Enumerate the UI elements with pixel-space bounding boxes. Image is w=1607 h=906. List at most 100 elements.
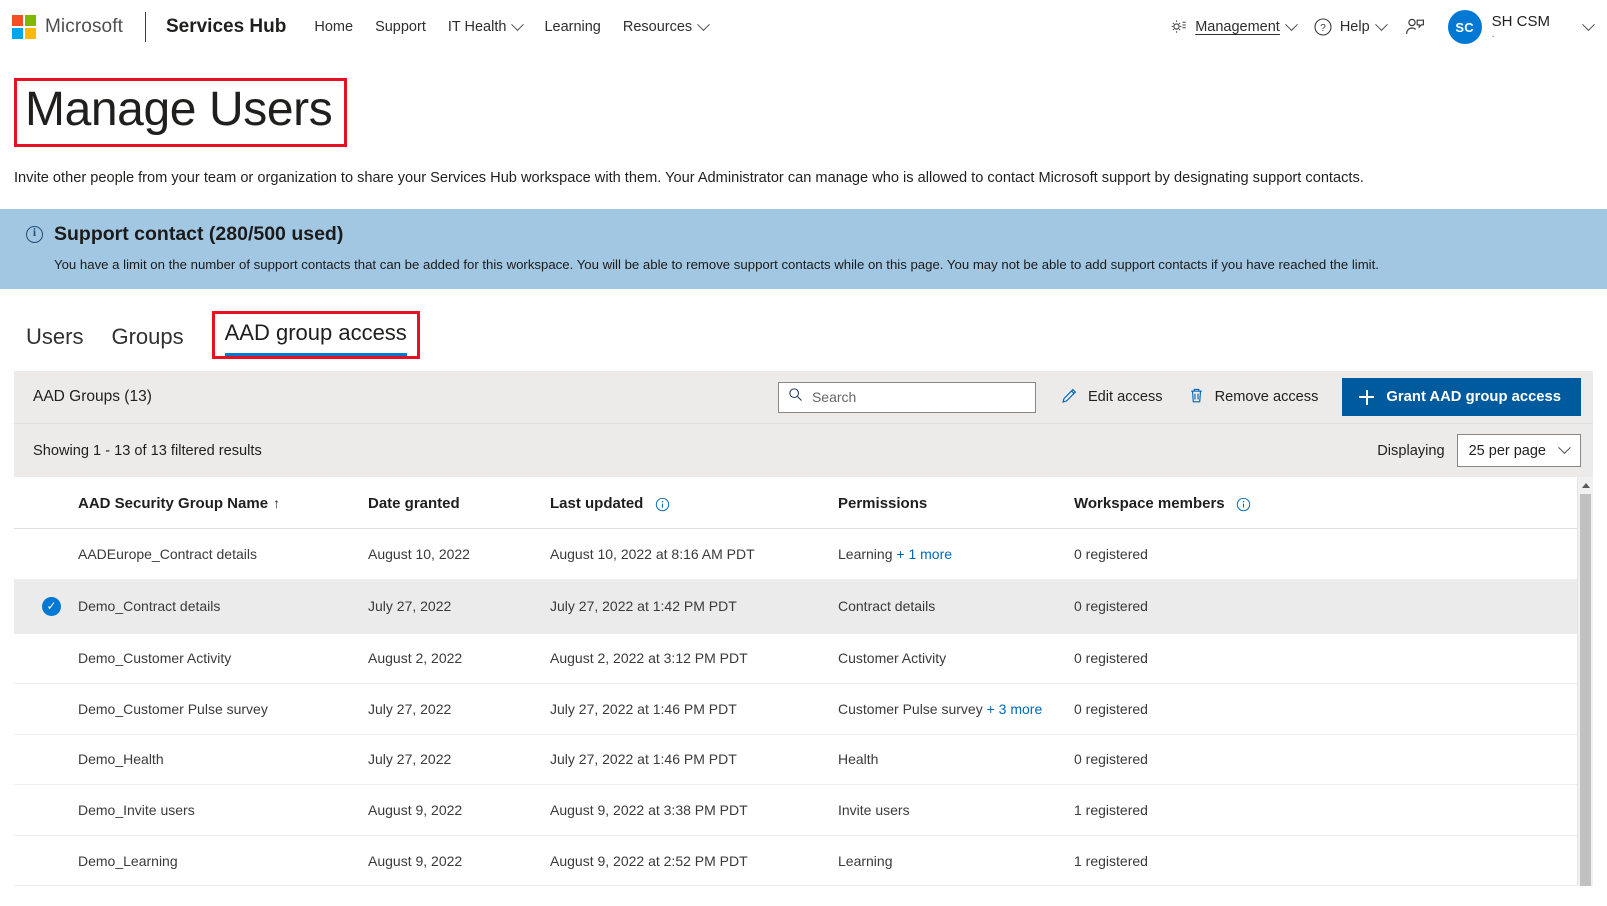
search-input[interactable] [811, 389, 1026, 406]
tab-users[interactable]: Users [26, 324, 97, 359]
cell-group-name: Demo_Invite users [78, 784, 368, 836]
cell-permissions: Customer Pulse survey + 3 more [838, 683, 1074, 735]
table-row[interactable]: Demo_Health July 27, 2022 July 27, 2022 at… [14, 734, 1577, 786]
cell-permissions: Contract details [838, 579, 1074, 634]
row-select-cell[interactable] [14, 683, 78, 735]
row-select-cell[interactable] [14, 633, 78, 685]
person-feedback-icon[interactable] [1403, 15, 1427, 39]
cell-last-updated: July 27, 2022 at 1:46 PM PDT [550, 683, 838, 735]
cell-permissions: Learning + 1 more [838, 528, 1074, 580]
user-name: SH CSM [1491, 12, 1550, 30]
table-row[interactable]: Demo_Customer Pulse survey July 27, 2022 J… [14, 683, 1577, 735]
cell-workspace-members: 0 registered [1074, 734, 1577, 786]
table-row[interactable]: Demo_Invite users August 9, 2022 August 9,… [14, 784, 1577, 836]
nav-item-learning[interactable]: Learning [544, 19, 600, 35]
permission-label: Invite users [838, 802, 910, 819]
table-row[interactable]: Demo_Customer Activity August 2, 2022 Augu… [14, 633, 1577, 685]
cell-workspace-members: 0 registered [1074, 633, 1577, 685]
user-account[interactable]: SC SH CSM . [1447, 10, 1595, 44]
cell-date-granted: July 27, 2022 [368, 579, 550, 634]
nav-item-resources[interactable]: Resources [623, 17, 711, 35]
nav-item-home-label: Home [314, 19, 354, 35]
cell-group-name: Demo_Customer Pulse survey [78, 683, 368, 735]
permissions-more-link[interactable]: + 3 more [983, 701, 1043, 717]
help-menu[interactable]: ? Help [1313, 17, 1388, 37]
microsoft-logo-icon [12, 15, 36, 39]
permission-label: Customer Activity [838, 650, 947, 667]
cell-group-name: AADEurope_Contract details [78, 528, 368, 580]
nav-right-cluster: Management ? Help SC SH CSM . [1168, 10, 1595, 44]
permissions-more-link[interactable]: + 1 more [893, 546, 952, 562]
row-select-cell[interactable] [14, 528, 78, 580]
pencil-icon [1060, 386, 1079, 409]
tab-groups[interactable]: Groups [97, 324, 197, 359]
search-icon [788, 387, 803, 407]
th-date-granted[interactable]: Date granted [368, 477, 550, 530]
cell-date-granted: July 27, 2022 [368, 683, 550, 735]
per-page-value: 25 per page [1468, 442, 1546, 459]
table-row[interactable]: AADEurope_Contract details August 10, 202… [14, 528, 1577, 580]
nav-item-it-health[interactable]: IT Health [448, 17, 525, 35]
showing-results-text: Showing 1 - 13 of 13 filtered results [33, 442, 262, 459]
edit-access-button[interactable]: Edit access [1060, 386, 1163, 409]
table-scrollbar[interactable] [1577, 477, 1593, 887]
per-page-select[interactable]: 25 per page [1456, 434, 1581, 468]
tab-bar: Users Groups AAD group access [0, 289, 1607, 360]
chevron-down-icon [697, 17, 711, 31]
table-head: AAD Security Group Name ↑ Date granted La… [14, 477, 1577, 530]
svg-text:?: ? [1320, 23, 1326, 34]
cell-workspace-members: 1 registered [1074, 835, 1577, 887]
plus-icon [1359, 389, 1375, 405]
th-last-updated[interactable]: Last updated [550, 477, 838, 530]
nav-item-support-label: Support [375, 19, 426, 35]
management-menu[interactable]: Management [1168, 17, 1298, 37]
cell-workspace-members: 0 registered [1074, 579, 1577, 634]
th-permissions[interactable]: Permissions [838, 477, 1074, 530]
row-select-cell[interactable] [14, 835, 78, 887]
cell-permissions: Invite users [838, 784, 1074, 836]
th-group-name[interactable]: AAD Security Group Name ↑ [78, 477, 368, 530]
help-label: Help [1339, 19, 1370, 35]
cell-last-updated: July 27, 2022 at 1:46 PM PDT [550, 734, 838, 786]
th-workspace-members[interactable]: Workspace members [1074, 477, 1577, 530]
nav-item-home[interactable]: Home [314, 19, 353, 35]
cell-permissions: Learning [838, 835, 1074, 887]
info-icon[interactable] [655, 497, 670, 512]
banner-heading-row: i Support contact (280/500 used) [26, 223, 1591, 246]
page-title-annotation-box: Manage Users [14, 78, 348, 147]
table-row[interactable]: ✓ Demo_Contract details July 27, 2022 July … [14, 579, 1577, 634]
remove-access-button[interactable]: Remove access [1187, 386, 1318, 409]
info-icon[interactable] [1236, 497, 1251, 512]
aad-groups-count-label: AAD Groups (13) [33, 388, 152, 406]
user-subtitle: . [1491, 28, 1495, 41]
app-name[interactable]: Services Hub [166, 16, 286, 38]
management-label: Management [1195, 19, 1280, 35]
tab-aad-group-access[interactable]: AAD group access [224, 320, 407, 357]
chevron-down-icon[interactable] [1582, 17, 1595, 31]
toolbar-actions: Edit access Remove access Grant AAD grou… [777, 371, 1581, 423]
page-title: Manage Users [25, 83, 333, 136]
checkmark-icon: ✓ [42, 596, 61, 616]
th-permissions-label: Permissions [838, 495, 928, 513]
results-summary-row: Showing 1 - 13 of 13 filtered results Di… [14, 423, 1593, 478]
scrollbar-thumb[interactable] [1580, 494, 1591, 887]
table-body: AADEurope_Contract details August 10, 202… [14, 528, 1577, 887]
chevron-down-icon [1374, 17, 1388, 31]
permission-label: Learning [838, 852, 893, 869]
info-icon: i [26, 225, 43, 243]
scroll-up-arrow-icon[interactable] [1578, 477, 1593, 494]
cell-permissions: Health [838, 734, 1074, 786]
nav-item-support[interactable]: Support [375, 19, 426, 35]
row-select-cell[interactable] [14, 784, 78, 836]
th-workspace-members-label: Workspace members [1074, 495, 1225, 513]
row-select-cell[interactable] [14, 734, 78, 786]
row-select-cell[interactable]: ✓ [14, 579, 78, 634]
cell-workspace-members: 0 registered [1074, 683, 1577, 735]
search-box[interactable] [777, 381, 1036, 413]
cell-last-updated: August 9, 2022 at 3:38 PM PDT [550, 784, 838, 836]
grant-aad-group-access-button[interactable]: Grant AAD group access [1342, 378, 1581, 417]
cell-last-updated: August 10, 2022 at 8:16 AM PDT [550, 528, 838, 580]
table-row[interactable]: Demo_Learning August 9, 2022 August 9, 202… [14, 835, 1577, 887]
cell-group-name: Demo_Learning [78, 835, 368, 887]
grant-button-label: Grant AAD group access [1386, 389, 1561, 406]
